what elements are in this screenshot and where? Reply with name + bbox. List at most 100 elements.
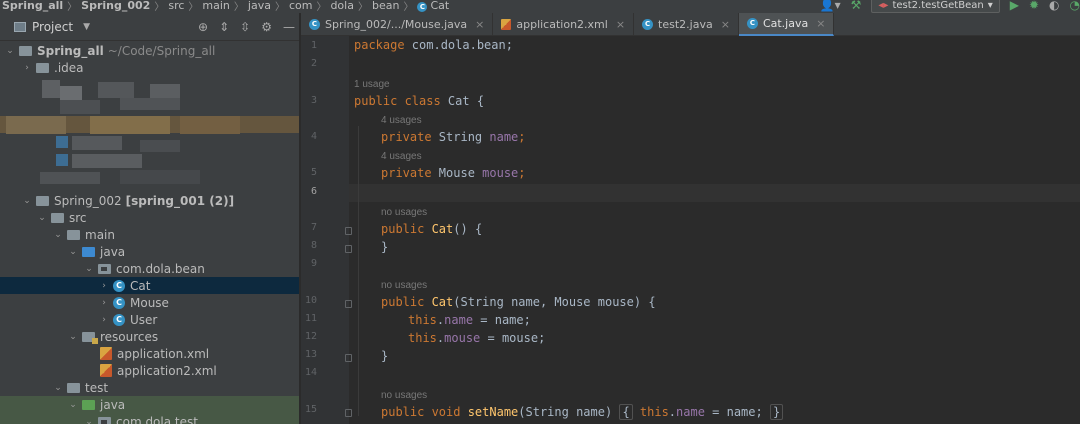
breadcrumb-item[interactable]: bean: [370, 0, 401, 12]
tree-item-label: Cat: [130, 278, 151, 293]
hide-icon[interactable]: —: [283, 20, 295, 34]
tree-item-main[interactable]: ⌄ main: [0, 226, 299, 243]
code-line-1: package com.dola.bean;: [354, 36, 513, 54]
constructor-name: Cat: [424, 222, 454, 236]
chevron-down-icon[interactable]: ⌄: [36, 213, 48, 223]
navigation-bar: Spring_all 〉 Spring_002 〉 src 〉 main 〉 java 〉…: [0, 0, 1080, 13]
code-line-7: public Cat() {: [381, 220, 482, 238]
breadcrumb-separator-icon: 〉: [233, 2, 244, 13]
tab-cat-java[interactable]: C Cat.java ×: [738, 13, 835, 36]
tree-item-module[interactable]: ⌄ Spring_002 [spring_001 (2)]: [0, 192, 299, 209]
chevron-down-icon[interactable]: ⌄: [83, 264, 95, 274]
breadcrumb-item[interactable]: src: [166, 0, 186, 12]
build-hammer-icon[interactable]: ⚒: [851, 0, 862, 13]
run-configuration-select[interactable]: ◂▸ test2.testGetBean ▾: [871, 0, 1000, 13]
chevron-right-icon[interactable]: ›: [98, 315, 110, 325]
folded-brace-close[interactable]: }: [769, 404, 784, 420]
chevron-right-icon[interactable]: ›: [21, 63, 33, 73]
breadcrumb-item-cat[interactable]: C Cat: [415, 0, 451, 12]
code-line-11: this.name = name;: [408, 311, 531, 329]
profile-icon[interactable]: ◔: [1070, 0, 1080, 13]
tab-test2-java[interactable]: C test2.java ×: [634, 13, 739, 36]
code-text: (String name, Mouse mouse) {: [453, 295, 656, 309]
chevron-down-icon[interactable]: ⌄: [21, 196, 33, 206]
tree-item-test-java[interactable]: ⌄ java: [0, 396, 299, 413]
keyword: this: [408, 331, 437, 345]
tab-label: test2.java: [658, 18, 713, 31]
tree-item-test[interactable]: ⌄ test: [0, 379, 299, 396]
chevron-down-icon: ▾: [987, 0, 993, 11]
tree-item-application-xml[interactable]: application.xml: [0, 345, 299, 362]
panel-tools: ⊕ ⇕ ⇳ ⚙ —: [198, 13, 295, 41]
code-text: () {: [453, 222, 483, 236]
select-opened-file-icon[interactable]: ⊕: [198, 20, 208, 34]
collapse-all-icon[interactable]: ⇳: [240, 20, 250, 34]
tree-item-idea[interactable]: › .idea: [0, 59, 299, 76]
close-icon[interactable]: ×: [475, 18, 484, 31]
gear-icon[interactable]: ⚙: [261, 20, 272, 34]
keyword: public class: [354, 94, 441, 108]
breadcrumb-item[interactable]: java: [246, 0, 273, 12]
tree-item-root[interactable]: ⌄ Spring_all ~/Code/Spring_all: [0, 42, 299, 59]
breadcrumb-item[interactable]: com: [287, 0, 315, 12]
chevron-down-icon[interactable]: ⌄: [67, 332, 79, 342]
tree-item-label: com.dola.bean: [116, 261, 205, 276]
obscured-pixel: [180, 116, 240, 134]
code-text: String: [431, 130, 490, 144]
obscured-pixel: [60, 100, 100, 114]
tree-item-label: src: [69, 210, 87, 225]
tree-item-resources[interactable]: ⌄ resources: [0, 328, 299, 345]
breadcrumb-item[interactable]: main: [200, 0, 231, 12]
tree-item-package[interactable]: ⌄ com.dola.bean: [0, 260, 299, 277]
chevron-down-icon[interactable]: ▼: [83, 22, 90, 32]
chevron-down-icon[interactable]: ⌄: [67, 400, 79, 410]
breadcrumb-separator-icon: 〉: [357, 2, 368, 13]
tree-item-user[interactable]: › C User: [0, 311, 299, 328]
class-icon: C: [113, 296, 125, 309]
coverage-icon[interactable]: ◐: [1049, 0, 1059, 13]
tree-item-application2-xml[interactable]: application2.xml: [0, 362, 299, 379]
obscured-pixel: [140, 140, 180, 152]
debug-icon[interactable]: ✹: [1029, 0, 1039, 13]
toolbar-right: 👤▾ ⚒ ◂▸ test2.testGetBean ▾ ▶ ✹ ◐ ◔: [820, 0, 1080, 13]
constructor-name: Cat: [424, 295, 454, 309]
tree-item-java[interactable]: ⌄ java: [0, 243, 299, 260]
user-icon[interactable]: 👤▾: [820, 0, 841, 13]
close-icon[interactable]: ×: [721, 18, 730, 31]
code-line-13: }: [381, 349, 389, 363]
tab-mouse-java[interactable]: C Spring_002/.../Mouse.java ×: [301, 13, 494, 36]
run-icon[interactable]: ▶: [1010, 0, 1019, 13]
code-line-4: private String name;: [381, 128, 526, 146]
chevron-right-icon[interactable]: ›: [98, 281, 110, 291]
obscured-pixel: [150, 84, 180, 98]
line-number: 3: [310, 95, 317, 106]
chevron-right-icon[interactable]: ›: [98, 298, 110, 308]
test-config-icon: ◂▸: [878, 0, 889, 11]
breadcrumb-item[interactable]: dola: [328, 0, 356, 12]
code-line-5: private Mouse mouse;: [381, 164, 526, 182]
folded-brace-open[interactable]: {: [619, 404, 633, 420]
tab-application2-xml[interactable]: application2.xml ×: [493, 13, 635, 36]
chevron-down-icon[interactable]: ⌄: [4, 46, 16, 56]
tree-item-test-package[interactable]: ⌄ com.dola.test: [0, 413, 299, 424]
class-icon: C: [642, 19, 654, 30]
tree-item-cat[interactable]: › C Cat: [0, 277, 299, 294]
code-editor[interactable]: package com.dola.bean; 1 usage public cl…: [349, 36, 1080, 424]
chevron-down-icon[interactable]: ⌄: [67, 247, 79, 257]
run-config-label: test2.testGetBean: [892, 0, 984, 11]
breadcrumb-item[interactable]: Spring_002: [79, 0, 152, 12]
breadcrumb-item[interactable]: Spring_all: [0, 0, 65, 12]
panel-title[interactable]: Project: [32, 20, 73, 34]
close-icon[interactable]: ×: [816, 17, 825, 30]
spring-xml-icon: [100, 347, 112, 360]
close-icon[interactable]: ×: [616, 18, 625, 31]
chevron-down-icon[interactable]: ⌄: [52, 230, 64, 240]
tree-item-label: resources: [100, 329, 159, 344]
folder-icon: [67, 382, 80, 393]
chevron-down-icon[interactable]: ⌄: [52, 383, 64, 393]
obscured-tree-region: [0, 78, 299, 188]
expand-all-icon[interactable]: ⇕: [219, 20, 229, 34]
chevron-down-icon[interactable]: ⌄: [83, 417, 95, 424]
tree-item-src[interactable]: ⌄ src: [0, 209, 299, 226]
tree-item-mouse[interactable]: › C Mouse: [0, 294, 299, 311]
